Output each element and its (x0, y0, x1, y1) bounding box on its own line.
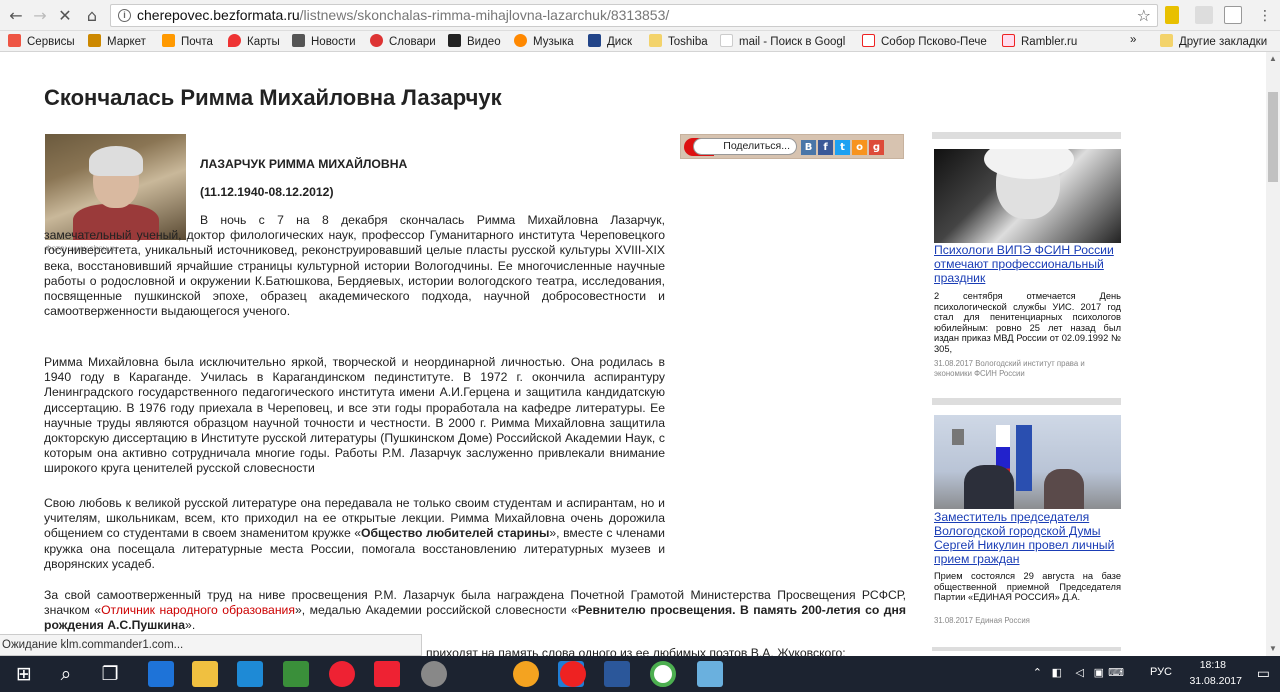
url-host: cherepovec.bezformata.ru (137, 7, 300, 23)
yandex-icon (862, 34, 875, 47)
task-view-icon[interactable]: ❐ (90, 660, 130, 688)
yandex-icon[interactable] (374, 661, 400, 687)
page-scrollbar[interactable]: ▲ ▼ (1266, 52, 1280, 656)
folder-icon (1160, 34, 1173, 47)
news-image[interactable] (934, 149, 1121, 243)
award-link[interactable]: Отличник народного образования (101, 603, 295, 617)
bookmark-toshiba[interactable]: Toshiba (649, 34, 708, 48)
bookmarks-more[interactable]: » (1130, 34, 1136, 46)
address-bar[interactable]: i cherepovec.bezformata.ru/listnews/skon… (110, 4, 1158, 27)
sidebar-news-link[interactable]: Заместитель председателя Вологодской гор… (934, 510, 1121, 566)
url-path: /listnews/skonchalas-rimma-mihajlovna-la… (299, 7, 670, 23)
folder-icon (649, 34, 662, 47)
sidebar-news-source: 31.08.2017 Единая Россия (934, 616, 1030, 625)
sidebar-news-link[interactable]: Психологи ВИПЭ ФСИН России отмечают проф… (934, 243, 1121, 285)
share-button[interactable]: Поделиться... (693, 138, 797, 155)
extension-icon[interactable] (1195, 6, 1213, 24)
bookmark-news[interactable]: Новости (292, 34, 356, 48)
clock-date[interactable]: 31.08.2017 (1189, 675, 1242, 687)
person-name: ЛАЗАРЧУК РИММА МИХАЙЛОВНА (200, 157, 408, 171)
music-icon (514, 34, 527, 47)
keyboard-icon[interactable]: ⌨ (1108, 666, 1124, 679)
bookmark-star-icon[interactable]: ☆ (1137, 5, 1151, 26)
windows-start-icon[interactable]: ⊞ (4, 660, 44, 688)
bookmark-mail[interactable]: Почта (162, 34, 213, 48)
extension-k-icon[interactable] (1224, 6, 1242, 24)
article-title: Скончалась Римма Михайловна Лазарчук (44, 85, 502, 110)
google-icon (720, 34, 733, 47)
paragraph-3: Свою любовь к великой русской литературе… (44, 496, 665, 571)
scroll-down-icon[interactable]: ▼ (1266, 642, 1280, 656)
network-icon[interactable]: ◧ (1052, 666, 1062, 679)
twitter-icon[interactable]: t (835, 140, 850, 155)
language-indicator[interactable]: РУС (1150, 666, 1172, 678)
app-icon[interactable] (283, 661, 309, 687)
forward-icon[interactable]: → (30, 6, 50, 26)
stop-icon[interactable]: ✕ (55, 6, 75, 26)
bookmark-disk[interactable]: Диск (588, 34, 632, 48)
menu-icon[interactable]: ⋮ (1255, 6, 1275, 26)
news-image[interactable] (934, 415, 1121, 509)
video-icon (448, 34, 461, 47)
bookmark-dictionaries[interactable]: Словари (370, 34, 436, 48)
disk-icon (588, 34, 601, 47)
rambler-icon (1002, 34, 1015, 47)
app-icon[interactable] (513, 661, 539, 687)
mail-icon (162, 34, 175, 47)
app-icon[interactable] (421, 661, 447, 687)
web-page: Скончалась Римма Михайловна Лазарчук Фот… (0, 52, 1266, 656)
bookmark-rambler[interactable]: Rambler.ru (1002, 34, 1077, 48)
odnoklassniki-icon[interactable]: о (852, 140, 867, 155)
word-icon[interactable] (604, 661, 630, 687)
life-dates: (11.12.1940-08.12.2012) (200, 185, 334, 199)
paragraph-2: Римма Михайловна была исключительно ярко… (44, 355, 665, 476)
dictionary-icon (370, 34, 383, 47)
vk-icon[interactable]: В (801, 140, 816, 155)
share-widget: Поделиться... В f t о g (680, 134, 904, 159)
other-bookmarks[interactable]: Другие закладки (1160, 34, 1267, 48)
opera-icon[interactable] (560, 661, 586, 687)
home-icon[interactable]: ⌂ (82, 6, 102, 26)
sidebar-news-source: 31.08.2017 Вологодский институт права и … (934, 359, 1085, 378)
bookmarks-bar: Сервисы Маркет Почта Карты Новости Слова… (0, 31, 1280, 52)
google-plus-icon[interactable]: g (869, 140, 884, 155)
bookmark-music[interactable]: Музыка (514, 34, 574, 48)
bookmark-market[interactable]: Маркет (88, 34, 146, 48)
app-icon[interactable] (697, 661, 723, 687)
notifications-icon[interactable]: ▭ (1257, 665, 1270, 682)
edge-icon[interactable] (148, 661, 174, 687)
paragraph-1: В ночь с 7 на 8 декабря скончалась Римма… (44, 213, 665, 319)
tray-chevron-icon[interactable]: ⌃ (1033, 666, 1042, 679)
apps-icon (8, 34, 21, 47)
clock-time[interactable]: 18:18 (1200, 659, 1226, 671)
yandex-browser-icon[interactable] (329, 661, 355, 687)
tray-app-icon[interactable]: ▣ (1094, 666, 1104, 679)
volume-icon[interactable]: ◁ (1076, 666, 1084, 679)
chrome-icon[interactable] (650, 661, 676, 687)
file-explorer-icon[interactable] (192, 661, 218, 687)
bookmark-services[interactable]: Сервисы (8, 34, 75, 48)
store-icon[interactable] (237, 661, 263, 687)
browser-toolbar: ← → ✕ ⌂ i cherepovec.bezformata.ru/listn… (0, 0, 1280, 31)
scroll-up-icon[interactable]: ▲ (1266, 52, 1280, 66)
bookmark-maps[interactable]: Карты (228, 34, 280, 48)
extension-bookmark-icon[interactable] (1165, 6, 1179, 24)
sidebar-news-desc: Прием состоялся 29 августа на базе общес… (934, 571, 1121, 602)
map-pin-icon (228, 34, 241, 47)
paragraph-4: За свой самоотверженный труд на ниве про… (44, 588, 906, 633)
bookmark-video[interactable]: Видео (448, 34, 501, 48)
status-bar: Ожидание klm.commander1.com... (0, 634, 422, 656)
info-icon[interactable]: i (118, 9, 131, 22)
back-icon[interactable]: ← (6, 6, 26, 26)
paragraph-5: приходят на память слова одного из ее лю… (426, 646, 846, 656)
bookmark-sobor[interactable]: Собор Псково-Пече (862, 34, 987, 48)
news-icon (292, 34, 305, 47)
search-icon[interactable]: ⌕ (46, 660, 86, 688)
scroll-thumb[interactable] (1268, 92, 1278, 182)
sidebar-news-desc: 2 сентября отмечается День психологическ… (934, 291, 1121, 354)
taskbar: ⊞ ⌕ ❐ ⌃ ◧ ◁ ▣ ⌨ РУС 18:18 31.08.2017 ▭ (0, 656, 1280, 692)
market-icon (88, 34, 101, 47)
facebook-icon[interactable]: f (818, 140, 833, 155)
bookmark-google-search[interactable]: mail - Поиск в Googl (720, 34, 845, 48)
